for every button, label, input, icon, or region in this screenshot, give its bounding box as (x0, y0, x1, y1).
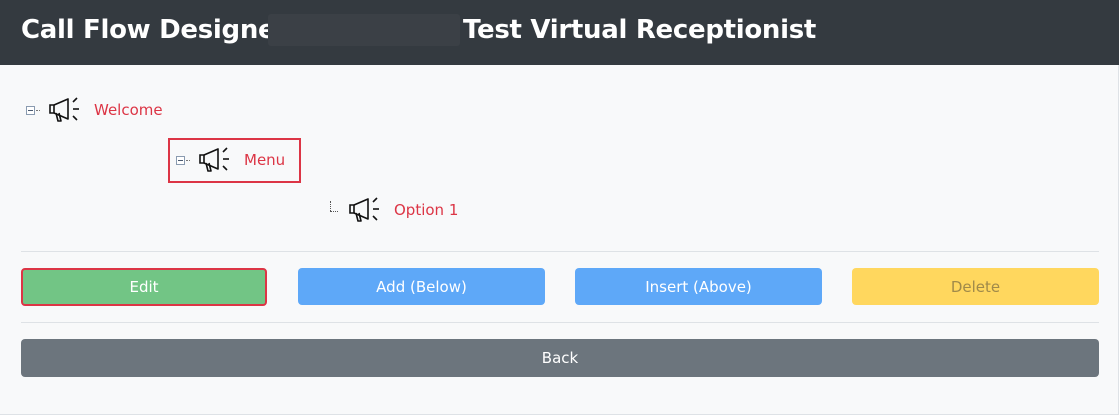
megaphone-icon (198, 146, 232, 174)
tree-node-option-1[interactable]: Option 1 (328, 195, 458, 225)
insert-above-button[interactable]: Insert (Above) (575, 268, 822, 305)
megaphone-icon (348, 196, 382, 224)
designer-panel: Welcome Menu Option 1 Edit Add (Below) I… (0, 65, 1119, 415)
flow-name: Test Virtual Receptionist (463, 15, 817, 45)
delete-button[interactable]: Delete (852, 268, 1099, 305)
tree-node-welcome[interactable]: Welcome (26, 95, 163, 125)
tree-connector-icon (328, 201, 342, 217)
collapse-toggle-icon[interactable] (176, 154, 190, 166)
app-header: Call Flow Designer: Test Virtual Recepti… (0, 0, 1119, 65)
tree-node-label[interactable]: Option 1 (394, 201, 458, 219)
collapse-toggle-icon[interactable] (26, 104, 40, 116)
edit-button[interactable]: Edit (21, 268, 267, 306)
tree-node-label[interactable]: Welcome (94, 101, 163, 119)
redacted-account-name (268, 14, 460, 46)
tree-node-label[interactable]: Menu (244, 151, 285, 169)
megaphone-icon (48, 96, 82, 124)
divider (21, 251, 1099, 252)
divider (21, 322, 1099, 323)
back-button[interactable]: Back (21, 339, 1099, 377)
add-below-button[interactable]: Add (Below) (298, 268, 545, 305)
tree-node-menu[interactable]: Menu (176, 145, 285, 175)
page-title: Call Flow Designer: (21, 15, 298, 45)
